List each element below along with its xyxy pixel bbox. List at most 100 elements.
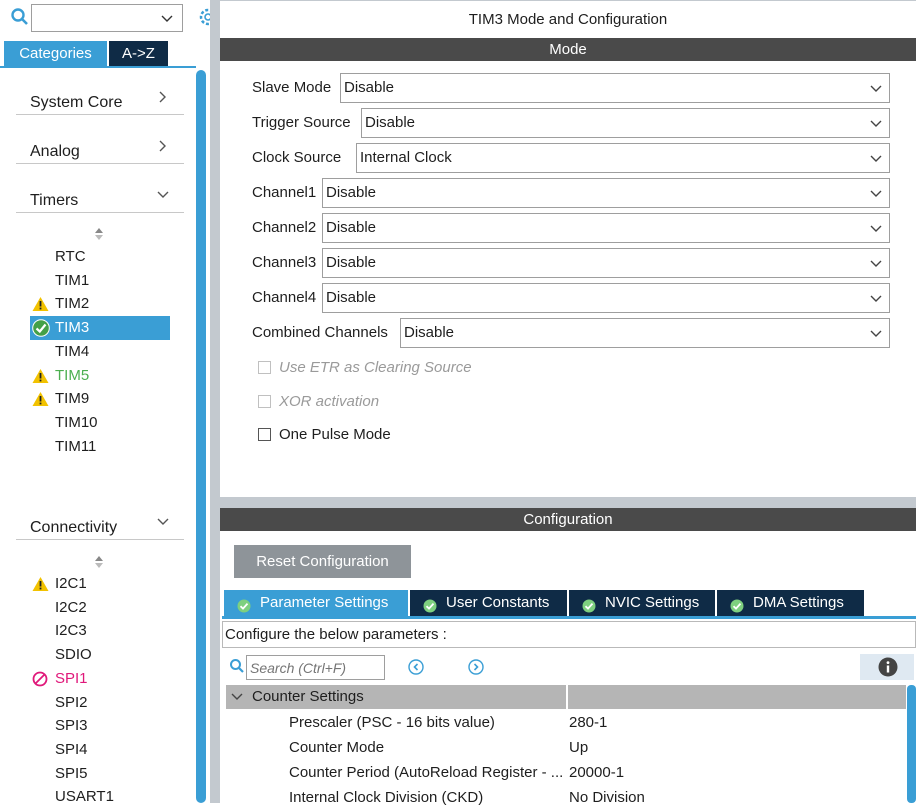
list-item-usart1[interactable]: USART1 [30, 785, 170, 809]
trigger-source-select[interactable]: Disable [361, 108, 890, 138]
checkbox-box[interactable] [258, 428, 271, 441]
list-item-spi3[interactable]: SPI3 [30, 714, 170, 738]
chevron-down-icon [869, 152, 883, 170]
column-divider [566, 685, 568, 709]
parameter-row[interactable]: Counter Period (AutoReload Register - ..… [226, 760, 906, 785]
field-label-combined-channels: Combined Channels [252, 324, 388, 341]
chevron-down-icon[interactable] [160, 12, 174, 30]
reset-configuration-button[interactable]: Reset Configuration [234, 545, 411, 578]
list-item-label: TIM11 [55, 437, 97, 455]
parameter-row[interactable]: Counter Mode Up [226, 735, 906, 760]
list-item-sdio[interactable]: SDIO [30, 643, 170, 667]
chevron-down-icon [869, 327, 883, 345]
check-circle-icon [423, 596, 437, 613]
check-circle-icon [730, 596, 744, 613]
list-item-tim3[interactable]: TIM3 [30, 316, 170, 341]
chevron-right-icon [156, 139, 170, 157]
gear-icon[interactable] [197, 6, 217, 32]
slave-mode-select[interactable]: Disable [340, 73, 890, 103]
tab-dma-settings[interactable]: DMA Settings [717, 590, 864, 616]
list-item-i2c2[interactable]: I2C2 [30, 596, 170, 620]
chevron-down-icon [156, 515, 170, 533]
list-item-label: SPI1 [55, 669, 88, 687]
list-item-label: SPI2 [55, 693, 88, 711]
list-item-label: TIM3 [55, 319, 90, 337]
list-item-spi1[interactable]: SPI1 [30, 667, 170, 691]
chevron-right-icon [156, 90, 170, 108]
info-button[interactable] [860, 654, 914, 680]
list-item-tim2[interactable]: TIM2 [30, 292, 170, 316]
parameter-row[interactable]: Internal Clock Division (CKD) No Division [226, 785, 906, 810]
list-item-label: I2C3 [55, 622, 87, 640]
search-previous-icon[interactable] [408, 659, 424, 679]
field-label-channel4: Channel4 [252, 289, 317, 306]
chevron-down-icon [231, 690, 243, 707]
field-label-channel2: Channel2 [252, 219, 317, 236]
category-scrollbar[interactable] [196, 70, 206, 803]
search-next-icon[interactable] [468, 659, 484, 679]
chevron-down-icon [869, 187, 883, 205]
list-item-tim10[interactable]: TIM10 [30, 411, 170, 435]
list-item-spi2[interactable]: SPI2 [30, 691, 170, 715]
counter-settings-group[interactable]: Counter Settings [226, 685, 906, 709]
group-system-core[interactable]: System Core [16, 66, 184, 115]
list-item-spi5[interactable]: SPI5 [30, 762, 170, 786]
search-input[interactable] [31, 4, 183, 32]
check-circle-icon [237, 596, 251, 613]
tab-strip-underline [222, 616, 916, 619]
field-label-slave-mode: Slave Mode [252, 79, 332, 96]
channel1-select[interactable]: Disable [322, 178, 890, 208]
channel3-select[interactable]: Disable [322, 248, 890, 278]
checkbox-box [258, 395, 271, 408]
parameter-search-input[interactable] [246, 655, 385, 680]
list-item-tim4[interactable]: TIM4 [30, 340, 170, 364]
pane-splitter[interactable] [210, 0, 220, 803]
combined-channels-select[interactable]: Disable [400, 318, 890, 348]
disabled-icon [32, 671, 49, 687]
parameters-scrollbar[interactable] [907, 685, 916, 803]
parameter-row[interactable]: Prescaler (PSC - 16 bits value) 280-1 [226, 710, 906, 735]
list-item-label: USART1 [55, 788, 114, 806]
search-icon [229, 658, 245, 678]
field-label-channel3: Channel3 [252, 254, 317, 271]
search-icon[interactable] [10, 7, 30, 31]
sort-icon[interactable] [94, 227, 104, 245]
mode-section-header: Mode [220, 38, 916, 61]
list-item-label: TIM1 [55, 271, 90, 289]
check-circle-icon [582, 596, 596, 613]
list-item-tim9[interactable]: TIM9 [30, 387, 170, 411]
configuration-section-header: Configuration [220, 508, 916, 531]
tab-nvic-settings[interactable]: NVIC Settings [569, 590, 715, 616]
group-connectivity[interactable]: Connectivity [16, 491, 184, 540]
warning-icon [32, 368, 49, 384]
list-item-rtc[interactable]: RTC [30, 245, 170, 269]
channel2-select[interactable]: Disable [322, 213, 890, 243]
group-analog[interactable]: Analog [16, 115, 184, 164]
tab-parameter-settings[interactable]: Parameter Settings [224, 590, 408, 616]
clock-source-select[interactable]: Internal Clock [356, 143, 890, 173]
sort-icon[interactable] [94, 555, 104, 573]
warning-icon [32, 296, 49, 312]
list-item-label: TIM10 [55, 413, 98, 431]
section-splitter[interactable] [220, 497, 916, 508]
channel4-select[interactable]: Disable [322, 283, 890, 313]
list-item-label: SPI5 [55, 764, 88, 782]
tab-user-constants[interactable]: User Constants [410, 590, 567, 616]
list-item-i2c1[interactable]: I2C1 [30, 572, 170, 596]
list-item-label: TIM9 [55, 390, 90, 408]
list-item-label: TIM5 [55, 366, 90, 384]
tab-categories[interactable]: Categories [4, 41, 107, 66]
chevron-down-icon [156, 188, 170, 206]
list-item-i2c3[interactable]: I2C3 [30, 619, 170, 643]
tab-a-z[interactable]: A->Z [109, 41, 168, 66]
configure-hint: Configure the below parameters : [222, 621, 916, 648]
chevron-down-icon [869, 257, 883, 275]
list-item-label: SPI3 [55, 717, 88, 735]
list-item-tim5[interactable]: TIM5 [30, 364, 170, 388]
group-timers[interactable]: Timers [16, 164, 184, 213]
list-item-tim11[interactable]: TIM11 [30, 435, 170, 459]
list-item-label: TIM2 [55, 295, 90, 313]
field-label-channel1: Channel1 [252, 184, 317, 201]
list-item-tim1[interactable]: TIM1 [30, 269, 170, 293]
list-item-spi4[interactable]: SPI4 [30, 738, 170, 762]
